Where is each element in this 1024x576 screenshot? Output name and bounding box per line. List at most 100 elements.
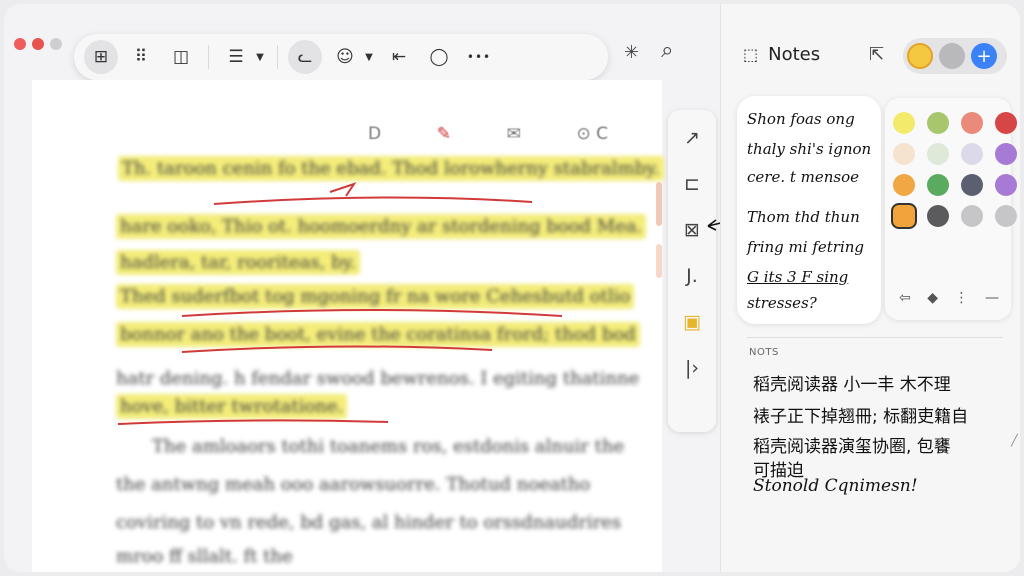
rectangle-tool-button[interactable]: ⊏ [676,168,708,200]
box-cross-tool-icon: ⊠ [684,219,700,241]
swatch[interactable] [961,174,983,196]
close-window-button[interactable] [14,38,26,50]
handwriting-line: G its 3 F sing [747,268,849,286]
collapse-tool-icon: |› [685,357,699,379]
color-selector: + [903,38,1007,74]
comment-icon: ◯ [429,47,449,67]
page-nav-button[interactable]: ⇤ [382,40,416,74]
handwriting-line: Shon foas ong [747,110,855,128]
swatch[interactable] [927,112,949,134]
swatch[interactable] [927,143,949,165]
swatch[interactable] [927,174,949,196]
note-line[interactable]: 裱子正下掉翘冊; 标翻吏籍自 [753,402,968,427]
minus-icon[interactable]: — [985,290,999,306]
sticky-note-tool-button[interactable]: ▣ [676,306,708,338]
sidebar-toggle-icon: ⊞ [93,47,109,67]
arrow-left-right-icon: ⇤ [391,47,407,67]
text-tool-icon: J. [686,265,698,287]
swatch[interactable] [961,112,983,134]
cat-icon: ᓚ [297,47,313,67]
document-page[interactable]: D ✎ ✉ ⊙ C Th. taroon cenin fo the ebad. … [32,80,664,572]
arrow-tool-icon: ↗ [684,127,700,149]
notes-panel: ⬚ Notes ⇱ + Shon foas ong thaly shi's ig… [720,4,1020,572]
document-line: bonnor ano the boot, evine the coratinsa… [116,322,640,347]
eraser-icon[interactable]: ◆ [927,290,938,306]
notes-title: Notes [768,44,821,65]
swatch[interactable] [995,143,1017,165]
notes-header: ⬚ Notes [743,44,820,65]
swatch[interactable] [961,205,983,227]
rectangle-tool-icon: ⊏ [684,173,700,195]
sticky-note-tool-icon: ▣ [683,311,701,333]
comment-button[interactable]: ◯ [422,40,456,74]
document-line: The amloaors tothi toanems ros, estdonis… [152,436,625,457]
more-icon: ••• [466,50,492,64]
swatch[interactable] [995,174,1017,196]
document-line: hove, bitter twrotatione. [116,394,348,419]
split-view-button[interactable]: ◫ [164,40,198,74]
list-icon: ☰ [228,47,244,67]
document-line: hare ooko, Thio ot. hoomoerdny ar storde… [116,214,647,239]
note-line[interactable]: Stonold Cqnimesn! [753,476,918,496]
swatch[interactable] [893,143,915,165]
handwriting-line: Thom thd thun [747,208,860,226]
page-mark: ✎ [436,124,451,144]
document-line: hatr dening. h fendar swood bewrenos. I … [116,368,640,389]
swatch[interactable] [995,112,1017,134]
share-button[interactable]: ⇱ [869,44,884,65]
page-edge-tab [656,244,662,278]
color-yellow-button[interactable] [907,43,933,69]
zoom-window-button[interactable] [50,38,62,50]
resize-handle-icon[interactable]: ╱ [1011,434,1018,447]
swatch[interactable] [927,205,949,227]
swatch[interactable] [893,174,915,196]
page-annotation-marks: D ✎ ✉ ⊙ C [368,124,608,144]
swatch[interactable] [893,112,915,134]
annotate-button[interactable]: ᓚ [288,40,322,74]
swatch-selected[interactable] [893,205,915,227]
more-button[interactable]: ••• [462,40,496,74]
panel-divider [747,337,1003,338]
sparkle-icon[interactable]: ✳ [624,42,639,63]
color-gray-button[interactable] [939,43,965,69]
swatch[interactable] [995,205,1017,227]
page-mark: ✉ [506,124,521,144]
note-line[interactable]: 稻壳阅读器演玺协圈, 包饔 [753,432,951,457]
minimize-window-button[interactable] [32,38,44,50]
sidebar-toggle-button[interactable]: ⊞ [84,40,118,74]
search-icon[interactable]: ⌕ [661,38,673,63]
document-line: mroo ff sllalt. ft the [116,546,293,567]
thumbnails-icon: ⠿ [134,47,148,67]
stamp-button[interactable]: ☺ [328,40,362,74]
page-mark: D [368,124,382,144]
handwriting-line: stresses? [747,294,817,312]
note-line[interactable]: 稻壳阅读器 小一丰 木不理 [753,370,951,395]
stamp-dropdown-chevron-icon[interactable]: ▼ [362,52,376,63]
app-window: ⊞ ⠿ ◫ ☰ ▼ ᓚ ☺ ▼ ⇤ ◯ ••• ✳ ⌕ D ✎ ✉ ⊙ C Th… [4,4,1020,572]
window-controls [14,38,62,50]
thumbnails-button[interactable]: ⠿ [124,40,158,74]
back-icon[interactable]: ⇦ [899,290,911,306]
color-palette: ⇦ ◆ ⋮ — [885,98,1017,320]
document-line: hadlera, tar, rooriteas, by. [116,250,361,275]
swatch[interactable] [961,143,983,165]
page-mark: ⊙ C [576,124,608,144]
document-line: Th. taroon cenin fo the ebad. Thod lorow… [118,156,664,181]
add-color-button[interactable]: + [971,43,997,69]
toolbar-extras: ✳ ⌕ [624,38,673,63]
swatch-grid [893,112,1017,227]
more-vertical-icon[interactable]: ⋮ [954,290,968,306]
main-toolbar: ⊞ ⠿ ◫ ☰ ▼ ᓚ ☺ ▼ ⇤ ◯ ••• [74,34,608,80]
list-dropdown-chevron-icon[interactable]: ▼ [253,52,267,63]
document-line: the antwng meah ooo aarowsuorre. Thotud … [116,474,591,495]
toolbar-divider [277,45,278,69]
split-view-icon: ◫ [172,47,190,67]
notes-icon: ⬚ [743,45,759,64]
text-tool-button[interactable]: J. [676,260,708,292]
palette-tools: ⇦ ◆ ⋮ — [899,290,999,306]
list-button[interactable]: ☰ [219,40,253,74]
stamp-icon: ☺ [336,47,354,67]
handwriting-card[interactable]: Shon foas ong thaly shi's ignon cere. t … [737,96,881,324]
collapse-tool-button[interactable]: |› [676,352,708,384]
arrow-tool-button[interactable]: ↗ [676,122,708,154]
